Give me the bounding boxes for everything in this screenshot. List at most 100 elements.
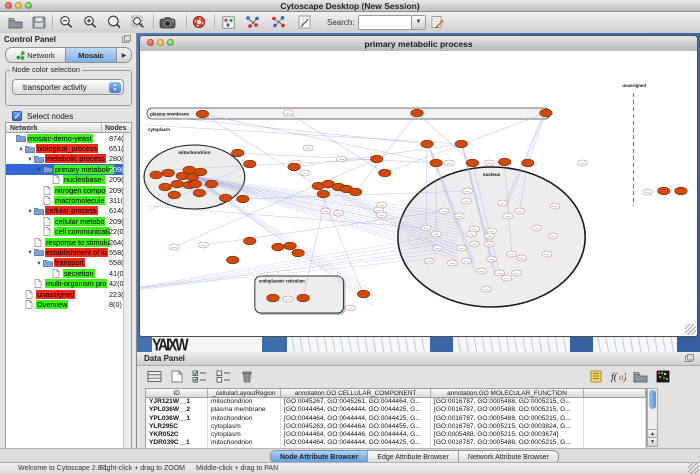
app-resize-grip[interactable] bbox=[688, 463, 699, 474]
tree-row-label[interactable]: establishment of lo bbox=[45, 248, 108, 257]
node[interactable] bbox=[345, 305, 355, 311]
tree-row[interactable]: ▾cellular process614(0) bbox=[6, 206, 131, 216]
node[interactable] bbox=[462, 188, 472, 194]
node[interactable] bbox=[469, 241, 479, 247]
node[interactable] bbox=[377, 212, 387, 218]
column-header[interactable]: ID bbox=[146, 389, 208, 398]
table-cell[interactable]: [GO:0045267, GO:0045261, GO:0044464, G..… bbox=[281, 398, 431, 406]
tab-network[interactable]: Network bbox=[6, 48, 66, 62]
zoom-selected-icon[interactable] bbox=[129, 14, 147, 30]
table-cell[interactable]: [GO:0016787, GO:0005488, GO:0005215, G..… bbox=[431, 415, 584, 423]
column-header[interactable]: annotation.GO MOLECULAR_FUNCTION bbox=[431, 389, 584, 398]
layout-1-icon[interactable] bbox=[243, 14, 261, 30]
node-selected[interactable] bbox=[231, 149, 243, 157]
tree-row[interactable]: macromolecule311(0) bbox=[6, 195, 131, 205]
node-selected[interactable] bbox=[498, 158, 510, 166]
tree-row[interactable]: response to stimulu264(0) bbox=[6, 237, 131, 247]
table-cell[interactable]: [GO:0005488, GO:0005215, GO:0003674] bbox=[431, 431, 584, 439]
node-selected[interactable] bbox=[292, 249, 304, 257]
table-cell[interactable]: [GO:0016787, GO:0005215, GO:0003824, G..… bbox=[431, 423, 584, 431]
table-scrollbar-thumb[interactable] bbox=[649, 390, 656, 409]
search-dropdown-arrow[interactable]: ▼ bbox=[411, 15, 426, 30]
node[interactable] bbox=[484, 233, 494, 239]
node[interactable] bbox=[198, 242, 208, 248]
node[interactable] bbox=[461, 198, 471, 204]
node-selected[interactable] bbox=[540, 109, 552, 117]
table-cell[interactable]: cytoplasm bbox=[208, 431, 281, 439]
tree-scrollbar[interactable] bbox=[123, 133, 131, 454]
tree-row[interactable]: nucleobase-209(0) bbox=[6, 175, 131, 185]
node-selected[interactable] bbox=[675, 187, 687, 195]
tree-row[interactable]: ▾establishment of lo558(0) bbox=[6, 247, 131, 257]
node[interactable] bbox=[503, 213, 513, 219]
float-panel-icon[interactable] bbox=[122, 35, 131, 45]
node-selected[interactable] bbox=[370, 155, 382, 163]
search-config-icon[interactable] bbox=[428, 14, 446, 30]
node[interactable] bbox=[643, 189, 653, 195]
zoom-in-icon[interactable] bbox=[81, 14, 99, 30]
node-selected[interactable] bbox=[272, 243, 284, 251]
background-window-2[interactable] bbox=[287, 336, 430, 353]
tab-mosaic[interactable]: Mosaic bbox=[66, 48, 116, 62]
node[interactable] bbox=[336, 156, 346, 162]
node-selected[interactable] bbox=[236, 195, 248, 203]
tree-row-label[interactable]: metabolic process bbox=[45, 154, 106, 163]
tree-row-label[interactable]: biological_process bbox=[36, 144, 98, 153]
heatmap-icon[interactable] bbox=[654, 368, 672, 384]
scroll-down-icon[interactable]: ▼ bbox=[648, 437, 657, 446]
save-session-icon[interactable] bbox=[30, 14, 48, 30]
node-selected[interactable] bbox=[288, 163, 300, 171]
tree-row[interactable]: nitrogen compo209(0) bbox=[6, 185, 131, 195]
table-row[interactable]: YJR121W__1mitochondrion[GO:0045267, GO:0… bbox=[146, 398, 646, 406]
select-nodes-checkbox[interactable]: ✓ bbox=[12, 111, 22, 121]
table-cell[interactable]: YLR295C bbox=[146, 423, 208, 431]
table-row[interactable]: YPL036W__1mitochondrion[GO:0044464, GO:0… bbox=[146, 415, 646, 423]
table-cell[interactable]: [GO:0044464, GO:0044444, GO:0044425, G..… bbox=[281, 406, 431, 414]
edge[interactable] bbox=[417, 113, 472, 163]
node[interactable] bbox=[333, 210, 343, 216]
node[interactable] bbox=[542, 251, 552, 257]
node-selected[interactable] bbox=[430, 159, 442, 167]
table-cell[interactable]: cytoplasm bbox=[208, 423, 281, 431]
tree-row-label[interactable]: mosaic-demo-yeast bbox=[27, 134, 93, 143]
tree-row-label[interactable]: secretion bbox=[63, 269, 95, 278]
node[interactable] bbox=[421, 225, 431, 231]
node-selected[interactable] bbox=[455, 140, 467, 148]
node[interactable] bbox=[303, 145, 313, 151]
app-titlebar[interactable]: Cytoscape Desktop (New Session) bbox=[0, 0, 700, 12]
import-attributes-icon[interactable] bbox=[631, 368, 649, 384]
node[interactable] bbox=[461, 258, 471, 264]
zoom-out-icon[interactable] bbox=[57, 14, 75, 30]
tab-overflow-arrow[interactable]: ▶ bbox=[116, 48, 131, 62]
tree-row-label[interactable]: Overview bbox=[36, 300, 68, 309]
node[interactable] bbox=[495, 270, 505, 276]
node-selected[interactable] bbox=[226, 256, 238, 264]
tree-row[interactable]: secretion41(0) bbox=[6, 268, 131, 278]
tree-row[interactable]: cell communicati22(0) bbox=[6, 227, 131, 237]
table-cell[interactable]: mitochondrion bbox=[208, 398, 281, 406]
table-row[interactable]: YKR052Ccytoplasm[GO:0044464, GO:0044446,… bbox=[146, 431, 646, 439]
node-selected[interactable] bbox=[297, 294, 309, 302]
node-selected[interactable] bbox=[284, 242, 296, 250]
node[interactable] bbox=[486, 256, 496, 262]
expander-icon[interactable]: ▾ bbox=[17, 145, 25, 153]
tree-row-label[interactable]: primary metabolic bbox=[54, 165, 114, 174]
node-selected[interactable] bbox=[244, 160, 256, 168]
table-cell[interactable]: YPL036W__1 bbox=[146, 415, 208, 423]
node[interactable] bbox=[517, 255, 527, 261]
expander-icon[interactable]: ▾ bbox=[26, 207, 34, 215]
tree-row[interactable]: ▾biological_process651(0) bbox=[6, 143, 131, 153]
table-cell[interactable]: [GO:0016787, GO:0005488, GO:0005215, G..… bbox=[431, 439, 584, 447]
layout-2-icon[interactable] bbox=[269, 14, 287, 30]
tree-row[interactable]: ▾transport558(0) bbox=[6, 258, 131, 268]
attribute-list-icon[interactable] bbox=[587, 368, 605, 384]
node[interactable] bbox=[512, 270, 522, 276]
background-window-4[interactable] bbox=[593, 336, 677, 353]
new-attribute-icon[interactable] bbox=[168, 368, 186, 384]
tree-row[interactable]: Overview8(0) bbox=[6, 299, 131, 309]
node[interactable] bbox=[507, 251, 517, 257]
open-session-icon[interactable] bbox=[6, 14, 24, 30]
expander-icon[interactable]: ▾ bbox=[35, 259, 43, 267]
node-selected[interactable] bbox=[168, 191, 180, 199]
node-selected[interactable] bbox=[466, 159, 478, 167]
